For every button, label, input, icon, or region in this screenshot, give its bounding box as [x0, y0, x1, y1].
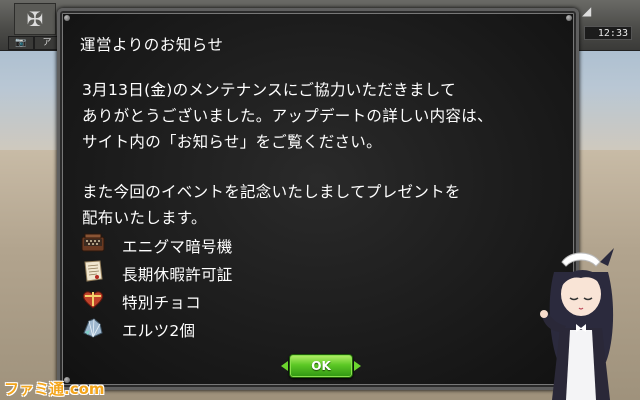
announcement-dialog: 運営よりのお知らせ 3月13日(金)のメンテナンスにご協力いただきまして ありが… [57, 8, 579, 390]
ok-button-label: OK [311, 359, 331, 373]
reward-label: エニグマ暗号機 [122, 238, 233, 256]
left-arrow-icon [281, 361, 288, 371]
rivet-decoration [64, 15, 70, 21]
maintenance-message: 3月13日(金)のメンテナンスにご協力いただきまして ありがとうございました。ア… [82, 77, 493, 155]
camera-icon[interactable]: 📷 [8, 36, 34, 50]
reward-label: 長期休暇許可証 [122, 266, 233, 284]
message-line: また今回のイベントを記念いたしましてプレゼントを [82, 183, 461, 201]
message-line: ありがとうございました。アップデートの詳しい内容は、 [82, 107, 493, 125]
reward-item: 長期休暇許可証 [80, 259, 300, 287]
reward-label: 特別チョコ [122, 294, 202, 312]
reward-item: エルツ2個 [80, 315, 300, 343]
enigma-machine-icon [81, 233, 105, 252]
scroll-document-icon [84, 260, 103, 282]
message-line: 3月13日(金)のメンテナンスにご協力いただきまして [82, 81, 456, 99]
reward-item: エニグマ暗号機 [80, 231, 300, 259]
right-arrow-icon [354, 361, 361, 371]
heart-chocolate-icon [82, 291, 104, 309]
ok-button[interactable]: OK [281, 354, 361, 378]
famitsu-watermark: ファミ通.com [4, 380, 105, 398]
iron-cross-emblem-icon: ✠ [14, 3, 56, 35]
dialog-title: 運営よりのお知らせ [80, 36, 224, 54]
signal-icon: ◢ [582, 4, 592, 18]
reward-label: エルツ2個 [122, 322, 196, 340]
message-line: 配布いたします。 [82, 209, 207, 227]
message-line: サイト内の「お知らせ」をご覧ください。 [82, 133, 382, 151]
event-present-message: また今回のイベントを記念いたしましてプレゼントを 配布いたします。 [82, 179, 461, 231]
clock-display: 12:33 [584, 26, 632, 40]
reward-item: 特別チョコ [80, 287, 300, 315]
rivet-decoration [566, 15, 572, 21]
maid-character-portrait [540, 248, 614, 400]
crystal-ore-icon [83, 318, 103, 338]
